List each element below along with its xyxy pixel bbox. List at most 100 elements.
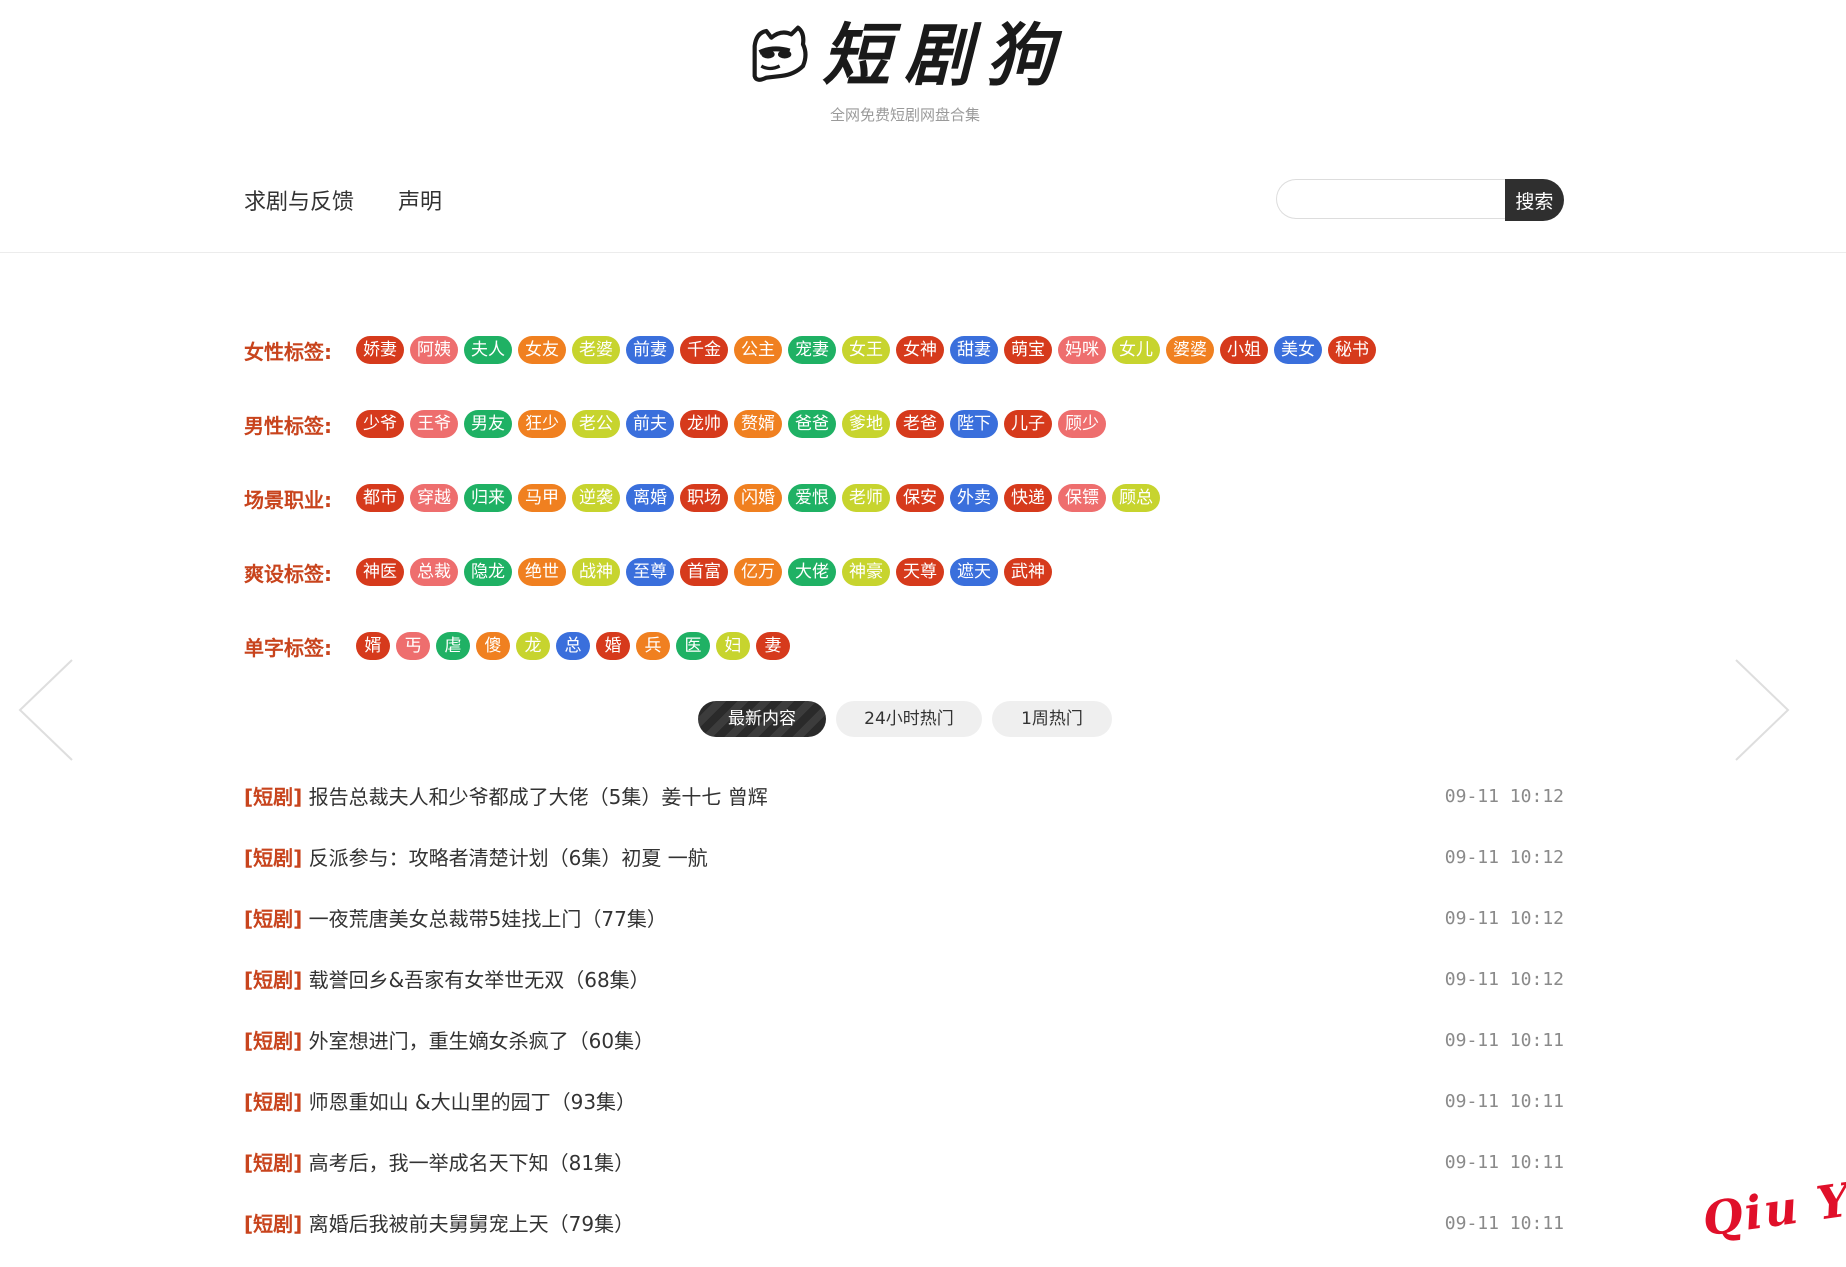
search-input[interactable] <box>1276 179 1505 219</box>
tag-pill[interactable]: 宠妻 <box>788 336 836 364</box>
tag-pill[interactable]: 妇 <box>716 632 750 660</box>
tag-pill[interactable]: 婿 <box>356 632 390 660</box>
tag-pill[interactable]: 总 <box>556 632 590 660</box>
tag-pill[interactable]: 赘婿 <box>734 410 782 438</box>
tag-pill[interactable]: 儿子 <box>1004 410 1052 438</box>
tag-pill[interactable]: 王爷 <box>410 410 458 438</box>
tag-pill[interactable]: 爱恨 <box>788 484 836 512</box>
search-button[interactable]: 搜索 <box>1504 179 1564 221</box>
site-header: 短剧狗 全网免费短剧网盘合集 求剧与反馈 声明 搜索 <box>0 0 1846 253</box>
tag-pill[interactable]: 萌宝 <box>1004 336 1052 364</box>
tag-pill[interactable]: 大佬 <box>788 558 836 586</box>
tag-pill[interactable]: 女王 <box>842 336 890 364</box>
tag-pill[interactable]: 狂少 <box>518 410 566 438</box>
tag-pill[interactable]: 夫人 <box>464 336 512 364</box>
tag-pill[interactable]: 少爷 <box>356 410 404 438</box>
tag-pill[interactable]: 离婚 <box>626 484 674 512</box>
tag-pill[interactable]: 老爸 <box>896 410 944 438</box>
tag-pill[interactable]: 陛下 <box>950 410 998 438</box>
tag-pill[interactable]: 保镖 <box>1058 484 1106 512</box>
tag-pill[interactable]: 总裁 <box>410 558 458 586</box>
item-time: 09-11 10:11 <box>1444 1213 1564 1234</box>
tag-pill[interactable]: 女神 <box>896 336 944 364</box>
tag-pill[interactable]: 丐 <box>396 632 430 660</box>
tag-pill[interactable]: 妈咪 <box>1058 336 1106 364</box>
tag-group-label: 场景职业: <box>244 487 332 512</box>
tag-pill[interactable]: 婚 <box>596 632 630 660</box>
tag-pill[interactable]: 婆婆 <box>1166 336 1214 364</box>
tag-pill[interactable]: 男友 <box>464 410 512 438</box>
tag-pill[interactable]: 穿越 <box>410 484 458 512</box>
tag-pill[interactable]: 老公 <box>572 410 620 438</box>
tag-pill[interactable]: 老师 <box>842 484 890 512</box>
item-title-link[interactable]: 反派参与：攻略者清楚计划（6集）初夏 一航 <box>309 846 708 870</box>
chevron-right-icon[interactable] <box>1732 658 1792 762</box>
tag-pill[interactable]: 隐龙 <box>464 558 512 586</box>
tag-pill[interactable]: 神豪 <box>842 558 890 586</box>
site-slogan: 全网免费短剧网盘合集 <box>829 106 980 124</box>
tag-pill[interactable]: 兵 <box>636 632 670 660</box>
item-title-link[interactable]: 离婚后我被前夫舅舅宠上天（79集） <box>309 1212 634 1236</box>
tag-pill[interactable]: 亿万 <box>734 558 782 586</box>
tag-pill[interactable]: 马甲 <box>518 484 566 512</box>
item-title-link[interactable]: 外室想进门，重生嫡女杀疯了（60集） <box>309 1029 654 1053</box>
tag-pill[interactable]: 医 <box>676 632 710 660</box>
tag-pill[interactable]: 武神 <box>1004 558 1052 586</box>
item-title-link[interactable]: 高考后，我一举成名天下知（81集） <box>309 1151 634 1175</box>
tag-pill[interactable]: 前妻 <box>626 336 674 364</box>
tag-pill[interactable]: 神医 <box>356 558 404 586</box>
tag-pill[interactable]: 天尊 <box>896 558 944 586</box>
tag-pill[interactable]: 遮天 <box>950 558 998 586</box>
tag-pill[interactable]: 龙 <box>516 632 550 660</box>
tag-pill[interactable]: 战神 <box>572 558 620 586</box>
tag-pill[interactable]: 虐 <box>436 632 470 660</box>
item-time: 09-11 10:11 <box>1444 1152 1564 1173</box>
tag-pill[interactable]: 秘书 <box>1328 336 1376 364</box>
tag-pill[interactable]: 老婆 <box>572 336 620 364</box>
chevron-left-icon[interactable] <box>16 658 76 762</box>
item-title-link[interactable]: 载誉回乡&吾家有女举世无双（68集） <box>309 968 650 992</box>
tag-pill[interactable]: 绝世 <box>518 558 566 586</box>
tag-pill[interactable]: 阿姨 <box>410 336 458 364</box>
tag-pill[interactable]: 顾总 <box>1112 484 1160 512</box>
tag-pill[interactable]: 爸爸 <box>788 410 836 438</box>
tag-pill[interactable]: 都市 <box>356 484 404 512</box>
tag-pill[interactable]: 娇妻 <box>356 336 404 364</box>
item-category: [短剧] <box>244 907 303 931</box>
tag-pill[interactable]: 至尊 <box>626 558 674 586</box>
nav-statement[interactable]: 声明 <box>398 184 442 216</box>
nav-request-feedback[interactable]: 求剧与反馈 <box>244 184 354 216</box>
item-title-link[interactable]: 报告总裁夫人和少爷都成了大佬（5集）姜十七 曾辉 <box>309 785 768 809</box>
tag-pill[interactable]: 职场 <box>680 484 728 512</box>
tag-pill[interactable]: 逆袭 <box>572 484 620 512</box>
tag-pill[interactable]: 外卖 <box>950 484 998 512</box>
tag-pill[interactable]: 甜妻 <box>950 336 998 364</box>
tag-pill[interactable]: 前夫 <box>626 410 674 438</box>
tag-pill[interactable]: 归来 <box>464 484 512 512</box>
tag-pill[interactable]: 爹地 <box>842 410 890 438</box>
tag-pill[interactable]: 千金 <box>680 336 728 364</box>
tab-24h-hot[interactable]: 24小时热门 <box>836 701 982 737</box>
tag-pill[interactable]: 闪婚 <box>734 484 782 512</box>
item-time: 09-11 10:12 <box>1444 908 1564 929</box>
tag-pill[interactable]: 小姐 <box>1220 336 1268 364</box>
tab-latest[interactable]: 最新内容 <box>698 701 826 737</box>
tag-pill[interactable]: 公主 <box>734 336 782 364</box>
tab-week-hot[interactable]: 1周热门 <box>992 701 1112 737</box>
tag-pill[interactable]: 妻 <box>756 632 790 660</box>
tag-pill[interactable]: 女友 <box>518 336 566 364</box>
tag-pill[interactable]: 首富 <box>680 558 728 586</box>
tag-pill[interactable]: 傻 <box>476 632 510 660</box>
tag-pill[interactable]: 美女 <box>1274 336 1322 364</box>
tag-pill[interactable]: 女儿 <box>1112 336 1160 364</box>
item-title-link[interactable]: 一夜荒唐美女总裁带5娃找上门（77集） <box>309 907 667 931</box>
item-time: 09-11 10:11 <box>1444 1091 1564 1112</box>
logo-text: 短剧狗 <box>821 16 1068 96</box>
site-logo[interactable]: 短剧狗 <box>748 14 1068 98</box>
tag-pill[interactable]: 龙帅 <box>680 410 728 438</box>
tag-pill[interactable]: 顾少 <box>1058 410 1106 438</box>
tag-pill[interactable]: 保安 <box>896 484 944 512</box>
item-title-link[interactable]: 师恩重如山 &大山里的园丁（93集） <box>309 1090 636 1114</box>
tag-pill[interactable]: 快递 <box>1004 484 1052 512</box>
item-time: 09-11 10:12 <box>1444 969 1564 990</box>
